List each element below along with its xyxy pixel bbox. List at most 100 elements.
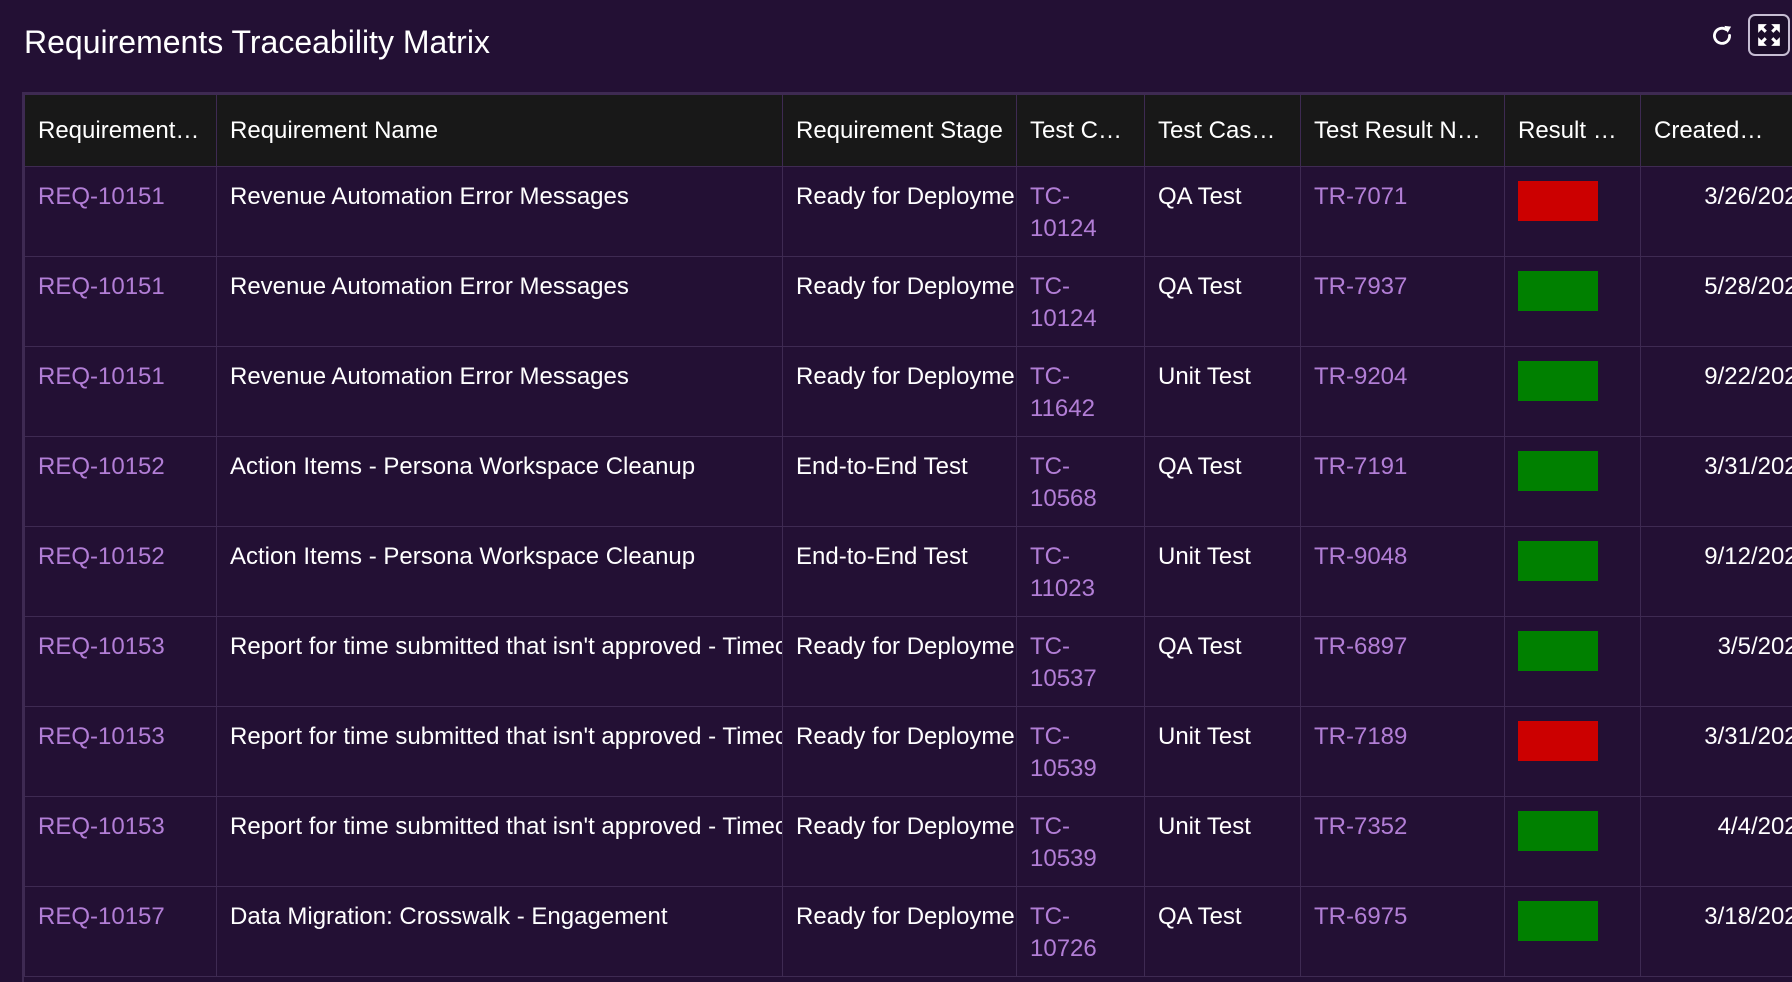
test-case-prefix: TC- [1030,813,1070,840]
test-result-link[interactable]: TR-7071 [1314,183,1407,210]
test-case-prefix: TC- [1030,273,1070,300]
test-case-type: QA Test [1158,183,1242,210]
test-case-number: 10726 [1030,935,1097,962]
refresh-icon [1713,25,1732,45]
test-case-type: QA Test [1158,903,1242,930]
result-status-indicator [1518,271,1598,311]
created-date: 3/5/2025 [1717,633,1792,660]
created-date: 3/31/2025 [1704,723,1792,750]
requirement-name: Revenue Automation Error Messages [230,363,629,390]
requirement-name: Revenue Automation Error Messages [230,273,629,300]
requirement-stage: Ready for Deployment [796,273,1017,300]
requirement-name: Report for time submitted that isn't app… [230,723,782,750]
test-case-type: QA Test [1158,633,1242,660]
result-status-indicator [1518,721,1598,761]
test-case-link[interactable]: TC- 11023 [1030,543,1095,602]
requirement-id-link[interactable]: REQ-10153 [38,813,165,840]
result-status-indicator [1518,541,1598,581]
test-case-type: QA Test [1158,273,1242,300]
requirement-id-link[interactable]: REQ-10153 [38,633,165,660]
test-case-number: 10539 [1030,845,1097,872]
created-date: 5/28/2025 [1704,273,1792,300]
test-case-link[interactable]: TC- 10124 [1030,273,1097,332]
requirement-id-link[interactable]: REQ-10152 [38,453,165,480]
test-result-link[interactable]: TR-6975 [1314,903,1407,930]
test-case-number: 10568 [1030,485,1097,512]
column-header-test-case-id[interactable]: Test C… [1016,94,1145,167]
refresh-button[interactable] [1702,16,1742,56]
requirement-name: Data Migration: Crosswalk - Engagement [230,903,668,930]
test-result-link[interactable]: TR-9048 [1314,543,1407,570]
requirement-id-link[interactable]: REQ-10151 [38,273,165,300]
test-case-link[interactable]: TC- 11642 [1030,363,1095,422]
table-row: REQ-10152 Action Items - Persona Workspa… [24,436,1792,527]
test-result-link[interactable]: TR-7189 [1314,723,1407,750]
table-row: REQ-10151 Revenue Automation Error Messa… [24,346,1792,437]
table-row: REQ-10157 Data Migration: Crosswalk - En… [24,886,1792,977]
result-status-indicator [1518,811,1598,851]
requirement-name: Action Items - Persona Workspace Cleanup [230,453,696,480]
result-status-indicator [1518,451,1598,491]
test-case-prefix: TC- [1030,723,1070,750]
requirement-name: Report for time submitted that isn't app… [230,633,782,660]
result-status-indicator [1518,181,1598,221]
requirement-id-link[interactable]: REQ-10152 [38,543,165,570]
requirement-stage: End-to-End Test [796,543,968,570]
created-date: 3/26/2025 [1704,183,1792,210]
test-case-type: QA Test [1158,453,1242,480]
created-date: 4/4/2025 [1717,813,1792,840]
test-result-link[interactable]: TR-7191 [1314,453,1407,480]
requirement-id-link[interactable]: REQ-10157 [38,903,165,930]
test-case-link[interactable]: TC- 10537 [1030,633,1097,692]
requirement-stage: Ready for Deployment [796,903,1017,930]
traceability-grid: Requirement… Requirement Name Requiremen… [22,92,1792,982]
table-row: REQ-10151 Revenue Automation Error Messa… [24,256,1792,347]
result-status-indicator [1518,631,1598,671]
test-case-number: 11642 [1030,395,1095,422]
requirement-stage: Ready for Deployment [796,363,1017,390]
requirement-name: Action Items - Persona Workspace Cleanup [230,543,696,570]
column-header-created-date[interactable]: Created… [1640,94,1792,167]
test-result-link[interactable]: TR-6897 [1314,633,1407,660]
expand-button[interactable] [1748,14,1790,56]
test-result-link[interactable]: TR-9204 [1314,363,1407,390]
test-case-number: 10124 [1030,305,1097,332]
test-case-type: Unit Test [1158,543,1251,570]
requirement-id-link[interactable]: REQ-10151 [38,183,165,210]
requirement-id-link[interactable]: REQ-10153 [38,723,165,750]
traceability-table: Requirement… Requirement Name Requiremen… [24,94,1792,977]
test-case-link[interactable]: TC- 10539 [1030,723,1097,782]
requirement-stage: End-to-End Test [796,453,968,480]
test-case-prefix: TC- [1030,903,1070,930]
expand-icon [1758,24,1780,46]
test-result-link[interactable]: TR-7352 [1314,813,1407,840]
column-header-requirement-id[interactable]: Requirement… [24,94,217,167]
table-row: REQ-10151 Revenue Automation Error Messa… [24,166,1792,257]
test-case-link[interactable]: TC- 10539 [1030,813,1097,872]
requirement-id-link[interactable]: REQ-10151 [38,363,165,390]
test-case-prefix: TC- [1030,543,1070,570]
test-case-link[interactable]: TC- 10568 [1030,453,1097,512]
test-case-type: Unit Test [1158,363,1251,390]
test-case-number: 11023 [1030,575,1095,602]
column-header-requirement-stage[interactable]: Requirement Stage [782,94,1017,167]
test-result-link[interactable]: TR-7937 [1314,273,1407,300]
test-case-number: 10124 [1030,215,1097,242]
requirement-stage: Ready for Deployment [796,183,1017,210]
requirement-stage: Ready for Deployment [796,813,1017,840]
test-case-type: Unit Test [1158,813,1251,840]
table-row: REQ-10152 Action Items - Persona Workspa… [24,526,1792,617]
column-header-test-case-type[interactable]: Test Case… [1144,94,1301,167]
test-case-type: Unit Test [1158,723,1251,750]
created-date: 9/12/2025 [1704,543,1792,570]
table-row: REQ-10153 Report for time submitted that… [24,706,1792,797]
column-header-result-status[interactable]: Result … [1504,94,1641,167]
test-case-prefix: TC- [1030,183,1070,210]
test-case-link[interactable]: TC- 10124 [1030,183,1097,242]
column-header-test-result-name[interactable]: Test Result N… [1300,94,1505,167]
test-case-link[interactable]: TC- 10726 [1030,903,1097,962]
column-header-requirement-name[interactable]: Requirement Name [216,94,783,167]
test-case-prefix: TC- [1030,453,1070,480]
table-row: REQ-10153 Report for time submitted that… [24,616,1792,707]
created-date: 9/22/2025 [1704,363,1792,390]
